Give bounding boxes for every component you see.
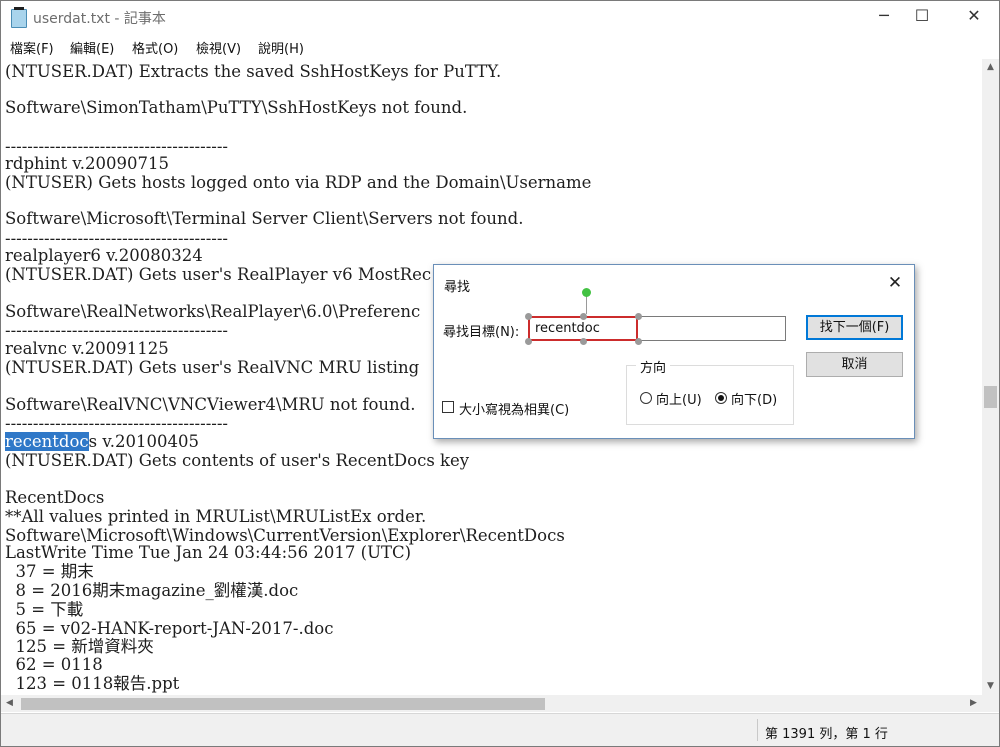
find-next-button[interactable]: 找下一個(F) [806,315,903,340]
text-line: LastWrite Time Tue Jan 24 03:44:56 2017 … [5,543,412,562]
direction-down-label[interactable]: 向下(D) [731,389,777,408]
text-line: rdphint v.20090715 [5,154,170,173]
notepad-icon [11,7,27,28]
annotation-rotate-stem [586,295,587,314]
annotation-handle [580,338,587,345]
find-dialog: 尋找 ✕ 尋找目標(N): recentdoc 找下一個(F) 取消 方向 向上… [433,264,915,439]
direction-down-radio[interactable] [715,392,727,404]
vertical-scrollbar[interactable]: ▲ ▼ [982,59,999,695]
direction-up-radio[interactable] [640,392,652,404]
annotation-handle [580,313,587,320]
text-line: 125 = 新增資料夾 [5,637,154,656]
annotation-handle [525,313,532,320]
scrollbar-corner [982,695,999,712]
annotation-handle [635,313,642,320]
vertical-scroll-thumb[interactable] [984,386,997,408]
window-title: userdat.txt - 記事本 [33,11,166,27]
menu-bar: 檔案(F) 編輯(E) 格式(O) 檢視(V) 說明(H) [1,35,999,57]
notepad-window: userdat.txt - 記事本 ─ ☐ ✕ 檔案(F) 編輯(E) 格式(O… [0,0,1000,747]
cursor-position: 第 1391 列，第 1 行 [765,727,888,742]
text-line: Software\RealVNC\VNCViewer4\MRU not foun… [5,395,416,414]
scroll-left-icon[interactable]: ◀ [1,695,18,712]
text-line: 62 = 0118 [5,655,103,674]
text-line: Software\SimonTatham\PuTTY\SshHostKeys n… [5,98,468,117]
cancel-button[interactable]: 取消 [806,352,903,377]
selected-text: recentdoc [5,432,89,451]
text-line: (NTUSER.DAT) Gets contents of user's Rec… [5,451,470,470]
text-line: (NTUSER) Gets hosts logged onto via RDP … [5,173,592,192]
text-line: 5 = 下載 [5,600,84,619]
find-what-label: 尋找目標(N): [443,325,520,340]
menu-file[interactable]: 檔案(F) [10,38,54,57]
status-bar: 第 1391 列，第 1 行 [1,713,999,746]
menu-view[interactable]: 檢視(V) [196,38,241,57]
text-line: 37 = 期末 [5,562,94,581]
annotation-handle [635,338,642,345]
dialog-close-icon[interactable]: ✕ [882,270,908,296]
text-line: Software\RealNetworks\RealPlayer\6.0\Pre… [5,302,421,321]
annotation-handle [525,338,532,345]
horizontal-scroll-thumb[interactable] [21,698,545,710]
scroll-right-icon[interactable]: ▶ [965,695,982,712]
selected-line-rest: s v.20100405 [88,432,199,451]
horizontal-scrollbar[interactable]: ◀ ▶ [1,695,982,712]
text-line: (NTUSER.DAT) Extracts the saved SshHostK… [5,62,502,81]
status-divider [757,719,758,741]
close-button[interactable]: ✕ [951,1,997,33]
menu-format[interactable]: 格式(O) [132,38,178,57]
match-case-checkbox[interactable] [442,401,454,413]
maximize-button[interactable]: ☐ [899,1,945,33]
text-line: Software\Microsoft\Terminal Server Clien… [5,209,524,228]
text-line: 65 = v02-HANK-report-JAN-2017-.doc [5,619,334,638]
title-bar: userdat.txt - 記事本 ─ ☐ ✕ [1,1,999,33]
text-line: realplayer6 v.20080324 [5,246,203,265]
text-line: 8 = 2016期末magazine_劉權漢.doc [5,581,299,600]
scroll-up-icon[interactable]: ▲ [982,59,999,76]
text-line: **All values printed in MRUList\MRUListE… [5,507,427,526]
text-line: (NTUSER.DAT) Gets user's RealPlayer v6 M… [5,265,432,284]
text-line: 123 = 0118報告.ppt [5,674,180,693]
annotation-rotate-handle [582,288,591,297]
text-line: ---------------------------------------- [5,321,229,340]
text-line: realvnc v.20091125 [5,339,169,358]
text-line-selected: recentdocs v.20100405 [5,432,199,452]
text-line: (NTUSER.DAT) Gets user's RealVNC MRU lis… [5,358,420,377]
text-line: RecentDocs [5,488,105,507]
scroll-down-icon[interactable]: ▼ [982,678,999,695]
match-case-label[interactable]: 大小寫視為相異(C) [459,399,569,418]
direction-label: 方向 [636,357,671,376]
dialog-title: 尋找 [444,280,471,295]
menu-edit[interactable]: 編輯(E) [70,38,114,57]
menu-help[interactable]: 說明(H) [258,38,304,57]
direction-up-label[interactable]: 向上(U) [656,389,702,408]
text-line: ---------------------------------------- [5,414,229,433]
